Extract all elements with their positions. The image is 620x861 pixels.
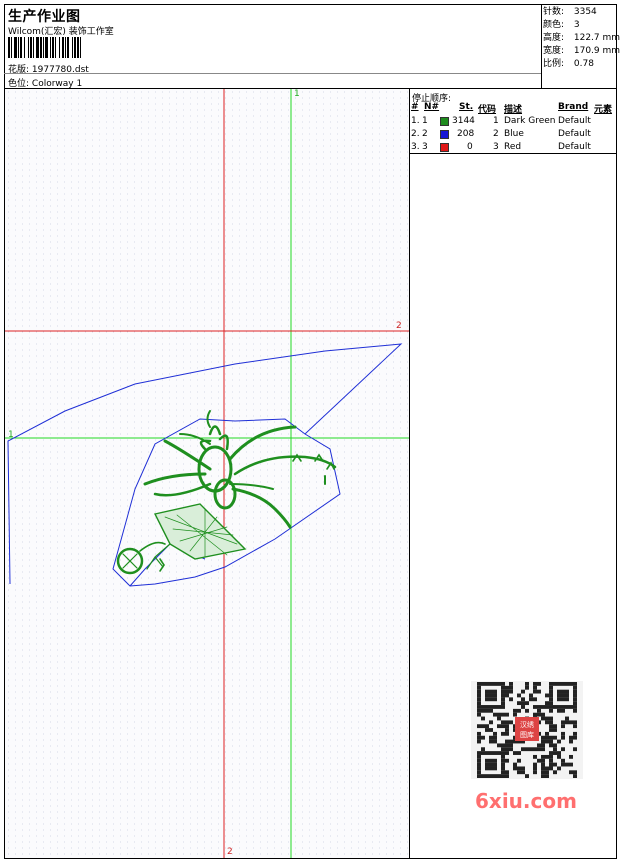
col-header-st: St. xyxy=(459,102,474,112)
col-header-brand: Brand xyxy=(558,102,589,112)
table-row: 2. 2 208 2 Blue Default xyxy=(411,129,591,139)
col-header-code: 代码 xyxy=(478,105,497,115)
qr-code: 汉绣 图库 xyxy=(471,681,583,779)
red-bottom-label: 2 xyxy=(227,847,233,857)
header-inner-rule xyxy=(4,73,541,74)
col-header-element: 元素 xyxy=(594,105,613,115)
stat-stitches: 针数: 3354 xyxy=(543,7,597,17)
stat-width: 宽度: 170.9 mm xyxy=(543,46,620,56)
color-swatch xyxy=(440,143,449,152)
stat-scale: 比例: 0.78 xyxy=(543,59,594,69)
green-top-label: 1 xyxy=(294,89,300,99)
studio-name: Wilcom(汇宏) 装饰工作室 xyxy=(8,27,114,37)
col-header-desc: 描述 xyxy=(504,105,523,115)
green-left-label: 1 xyxy=(8,430,14,440)
red-right-label: 2 xyxy=(396,321,402,331)
design-canvas: 1 1 2 2 xyxy=(5,89,409,858)
table-bottom-rule xyxy=(410,153,616,154)
color-swatch xyxy=(440,130,449,139)
stats-panel: 针数: 3354 颜色: 3 高度: 122.7 mm 宽度: 170.9 mm… xyxy=(543,6,620,71)
barcode xyxy=(8,37,81,58)
watermark-logo: 6xiu.com xyxy=(475,789,577,813)
stat-colors: 颜色: 3 xyxy=(543,20,580,30)
embroidery-motif xyxy=(116,410,337,575)
design-drawing xyxy=(5,89,409,858)
header-divider xyxy=(541,4,542,89)
color-swatch xyxy=(440,117,449,126)
svg-text:图库: 图库 xyxy=(520,730,534,739)
stat-height: 高度: 122.7 mm xyxy=(543,33,620,43)
page-title: 生产作业图 xyxy=(8,9,81,25)
table-row: 1. 1 3144 1 Dark Green Default xyxy=(411,116,591,126)
col-header-n: N# xyxy=(424,102,440,112)
col-header-index: # xyxy=(411,102,419,112)
seal-stamp-text: 汉绣 xyxy=(520,720,534,729)
